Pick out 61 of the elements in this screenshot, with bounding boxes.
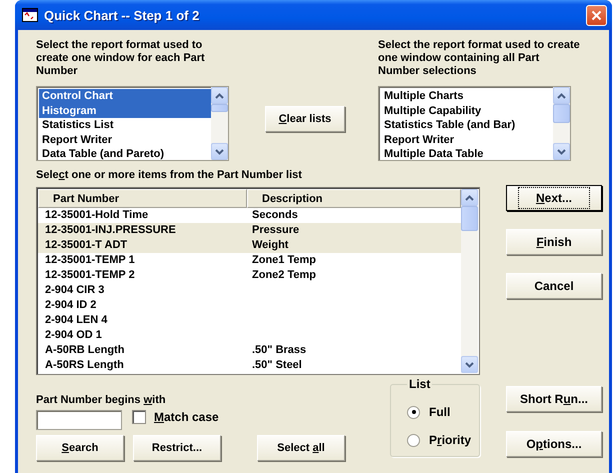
list-item[interactable]: Multiple Charts bbox=[381, 89, 553, 104]
table-row[interactable]: A-50RB Length .50" Brass bbox=[38, 343, 461, 358]
list-item[interactable]: Multiple Data Table bbox=[381, 147, 553, 160]
table-cell-text: 2-904 ID 2 bbox=[44, 298, 98, 313]
list-item[interactable]: Control Chart bbox=[39, 89, 211, 104]
dialog-button[interactable]: Search bbox=[36, 435, 124, 461]
table-row[interactable]: 12-35001-Hold Time Seconds bbox=[38, 208, 461, 223]
clear-lists-button[interactable]: Clear lists bbox=[265, 106, 345, 132]
dialog-button[interactable]: Restrict... bbox=[133, 435, 221, 461]
list-item[interactable]: Multiple Capability bbox=[381, 104, 553, 118]
group-title: List bbox=[408, 377, 432, 391]
list-item[interactable]: Statistics Table (and Bar) bbox=[381, 118, 553, 132]
table-row[interactable]: 2-904 CIR 3 bbox=[38, 283, 461, 298]
table-cell-text: 12-35001-Hold Time bbox=[44, 208, 150, 223]
list-item[interactable]: Statistics List bbox=[39, 118, 211, 132]
list-item[interactable]: Histogram bbox=[39, 104, 211, 118]
table-cell-text: A-50RS Length bbox=[44, 358, 125, 373]
table-cell-text: 12-35001-T ADT bbox=[44, 238, 128, 253]
dialog-button[interactable]: Finish bbox=[506, 229, 602, 255]
checkbox-label[interactable]: Match case bbox=[154, 410, 219, 424]
instruction-text: Select the report format used to create one window containing all Part Number selections bbox=[378, 39, 581, 79]
table-row[interactable]: 12-35001-TEMP 2 Zone2 Temp bbox=[38, 268, 461, 283]
column-header[interactable]: Part Number bbox=[38, 189, 247, 208]
list-item[interactable]: Report Writer bbox=[381, 132, 553, 147]
table-cell-text: Weight bbox=[251, 238, 288, 253]
table-row[interactable]: 2-904 OD 1 bbox=[38, 328, 461, 343]
list-box[interactable]: Control Chart Histogram Statistics List Report Writer Data Table (and Pareto) bbox=[36, 86, 229, 161]
list-box[interactable]: Multiple Charts Multiple Capability Statistics Table (and Bar) Report Writer Multiple Data Table bbox=[378, 86, 571, 161]
table-cell-text: Zone1 Temp bbox=[251, 253, 316, 268]
table-row[interactable]: 2-904 ID 2 bbox=[38, 298, 461, 313]
table-cell-text: 12-35001-TEMP 1 bbox=[44, 253, 136, 268]
list-item[interactable]: Report Writer bbox=[39, 132, 211, 147]
instruction-text: Select the report format used to create one window for each Part Number bbox=[36, 39, 206, 79]
table-cell-text: 12-35001-TEMP 2 bbox=[44, 268, 136, 283]
table-row[interactable]: A-50RS Length .50" Steel bbox=[38, 358, 461, 373]
radio-label[interactable]: Priority bbox=[429, 433, 472, 447]
dialog-button[interactable]: Options... bbox=[506, 431, 602, 457]
dialog-button[interactable]: Next... bbox=[506, 185, 602, 211]
table-cell-text: A-50RB Length bbox=[44, 343, 126, 358]
table-row[interactable]: 12-35001-TEMP 1 Zone1 Temp bbox=[38, 253, 461, 268]
table-cell-text: Pressure bbox=[251, 223, 300, 238]
radio-label[interactable]: Full bbox=[429, 405, 450, 419]
table-cell-text: 2-904 OD 1 bbox=[44, 328, 103, 343]
dialog-button[interactable]: Cancel bbox=[506, 273, 602, 299]
field-label: Part Number begins with bbox=[36, 394, 167, 407]
dialog-button[interactable]: Short Run... bbox=[506, 386, 602, 412]
table-cell-text: .50" Brass bbox=[251, 343, 306, 358]
table-row[interactable]: 2-904 LEN 4 bbox=[38, 313, 461, 328]
table-row[interactable]: 12-35001-T ADT Weight bbox=[38, 238, 461, 253]
table-cell-text: .50" Steel bbox=[251, 358, 302, 373]
instruction-text: Select one or more items from the Part Number list bbox=[36, 169, 303, 182]
column-header[interactable]: Description bbox=[247, 189, 461, 208]
list-item[interactable]: Data Table (and Pareto) bbox=[39, 147, 211, 160]
table-cell-text: 2-904 CIR 3 bbox=[44, 283, 106, 298]
window-title: Quick Chart -- Step 1 of 2 bbox=[44, 8, 200, 22]
dialog-button[interactable]: Select all bbox=[257, 435, 345, 461]
table-cell-text: Seconds bbox=[251, 208, 298, 223]
table-cell-text: 2-904 LEN 4 bbox=[44, 313, 108, 328]
table-cell-text: Zone2 Temp bbox=[251, 268, 316, 283]
table-row[interactable]: 12-35001-INJ.PRESSURE Pressure bbox=[38, 223, 461, 238]
table-cell-text: 12-35001-INJ.PRESSURE bbox=[44, 223, 177, 238]
